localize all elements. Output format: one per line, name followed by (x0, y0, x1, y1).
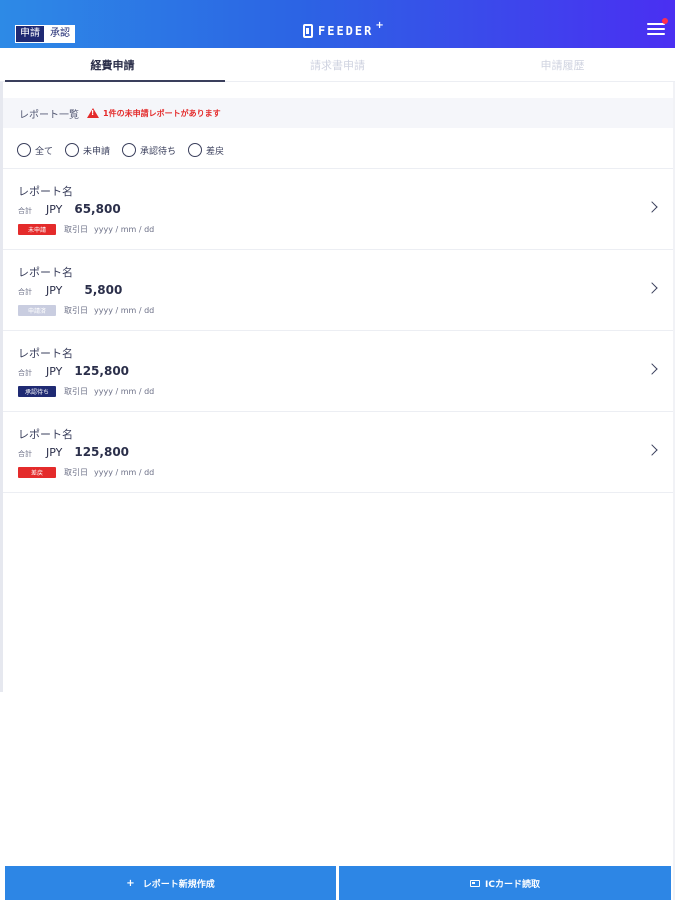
chevron-right-icon[interactable] (646, 282, 658, 294)
total-label: 合計 (18, 450, 32, 458)
ic-card-label: ICカード読取 (485, 879, 540, 890)
total-label: 合計 (18, 207, 32, 215)
app-frame: 申請 承認 FEEDER + 経費申請 請求書申請 申請履歴 レポート一覧 1件… (0, 0, 675, 900)
card-icon (470, 879, 481, 887)
currency: JPY (46, 284, 63, 297)
currency: JPY (46, 446, 63, 459)
filter-label: 差戻 (206, 146, 225, 157)
currency: JPY (46, 365, 63, 378)
total-label: 合計 (18, 369, 32, 377)
logo-text: FEEDER (318, 24, 374, 38)
radio-icon[interactable] (122, 143, 137, 157)
menu-line-icon (647, 33, 665, 35)
amount: 125,800 (74, 445, 130, 459)
tab-application-history[interactable]: 申請履歴 (450, 48, 675, 81)
unsubmitted-warning: 1件の未申請レポートがあります (103, 108, 221, 118)
transaction-date-label: 取引日 (64, 387, 88, 396)
report-total-row: 合計 JPY 125,800 (18, 445, 129, 459)
report-name: レポート名 (18, 185, 73, 198)
menu-line-icon (647, 28, 665, 30)
mode-apply-button[interactable]: 申請 (15, 25, 45, 43)
amount: 65,800 (74, 202, 121, 216)
status-badge: 申請済 (18, 305, 56, 316)
report-name: レポート名 (18, 428, 73, 441)
report-list-item[interactable]: レポート名 合計 JPY 65,800 未申請 取引日 yyyy / mm / … (3, 169, 673, 250)
feeder-logo: FEEDER + (303, 19, 384, 40)
report-meta-row: 承認待ち 取引日 yyyy / mm / dd (18, 386, 154, 397)
report-meta-row: 差戻 取引日 yyyy / mm / dd (18, 467, 154, 478)
chevron-right-icon[interactable] (646, 363, 658, 375)
app-header: 申請 承認 FEEDER + (0, 0, 675, 48)
amount: 125,800 (74, 364, 130, 378)
transaction-date: yyyy / mm / dd (94, 225, 155, 234)
radio-icon[interactable] (188, 143, 203, 157)
notification-dot-icon (662, 18, 668, 24)
bottom-action-bar: + レポート新規作成 ICカード読取 (0, 866, 675, 900)
currency: JPY (46, 203, 63, 216)
report-meta-row: 未申請 取引日 yyyy / mm / dd (18, 224, 154, 235)
amount: 5,800 (84, 283, 123, 297)
report-list-item[interactable]: レポート名 合計 JPY 125,800 差戻 取引日 yyyy / mm / … (3, 412, 673, 493)
warning-icon (87, 108, 99, 118)
report-meta-row: 申請済 取引日 yyyy / mm / dd (18, 305, 154, 316)
filter-unsubmitted[interactable]: 未申請 (65, 143, 110, 157)
report-list-title: レポート一覧 (19, 109, 79, 121)
plus-icon: + (126, 877, 135, 889)
report-name: レポート名 (18, 347, 73, 360)
report-list-item[interactable]: レポート名 合計 JPY 5,800 申請済 取引日 yyyy / mm / d… (3, 250, 673, 331)
status-badge: 差戻 (18, 467, 56, 478)
report-total-row: 合計 JPY 125,800 (18, 364, 129, 378)
radio-icon[interactable] (65, 143, 80, 157)
filter-pending-approval[interactable]: 承認待ち (122, 143, 176, 157)
transaction-date-label: 取引日 (64, 468, 88, 477)
logo-plus: + (375, 19, 384, 31)
radio-icon[interactable] (17, 143, 31, 157)
tab-expense-application[interactable]: 経費申請 (0, 48, 225, 82)
transaction-date-label: 取引日 (64, 225, 88, 234)
report-total-row: 合計 JPY 5,800 (18, 283, 122, 297)
tab-invoice-application[interactable]: 請求書申請 (225, 48, 450, 81)
chevron-right-icon[interactable] (646, 444, 658, 456)
report-name: レポート名 (18, 266, 73, 279)
filter-label: 全て (35, 146, 54, 157)
feeder-logo-icon (303, 24, 313, 38)
transaction-date-label: 取引日 (64, 306, 88, 315)
report-list-item[interactable]: レポート名 合計 JPY 125,800 承認待ち 取引日 yyyy / mm … (3, 331, 673, 412)
chevron-right-icon[interactable] (646, 201, 658, 213)
transaction-date: yyyy / mm / dd (94, 468, 155, 477)
report-list-header: レポート一覧 1件の未申請レポートがあります (3, 98, 673, 128)
ic-card-read-button[interactable]: ICカード読取 (339, 866, 671, 900)
hamburger-menu-button[interactable] (647, 18, 668, 36)
new-report-button[interactable]: + レポート新規作成 (5, 866, 336, 900)
transaction-date: yyyy / mm / dd (94, 306, 155, 315)
mode-approve-button[interactable]: 承認 (45, 25, 75, 43)
tab-bar: 経費申請 請求書申請 申請履歴 (0, 48, 675, 82)
transaction-date: yyyy / mm / dd (94, 387, 155, 396)
status-badge: 承認待ち (18, 386, 56, 397)
filter-label: 承認待ち (140, 146, 177, 157)
status-badge: 未申請 (18, 224, 56, 235)
new-report-label: レポート新規作成 (142, 879, 215, 890)
mode-segmented-control: 申請 承認 (15, 25, 75, 43)
filter-returned[interactable]: 差戻 (188, 143, 224, 157)
report-total-row: 合計 JPY 65,800 (18, 202, 121, 216)
filter-all[interactable]: 全て (17, 143, 53, 157)
status-filter-group: 全て 未申請 承認待ち 差戻 (17, 140, 236, 160)
filter-label: 未申請 (83, 146, 111, 157)
total-label: 合計 (18, 288, 32, 296)
